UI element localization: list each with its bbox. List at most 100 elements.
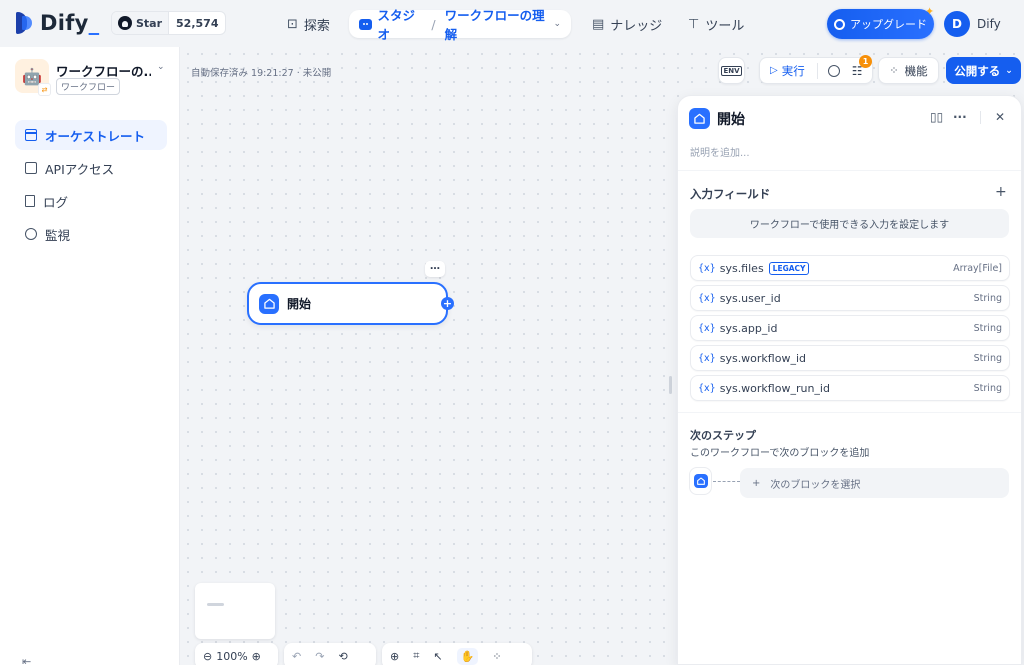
home-icon <box>689 108 710 129</box>
variable-name: sys.workflow_run_id <box>719 381 830 395</box>
features-button[interactable]: ⁘ 機能 <box>878 57 939 84</box>
minimap-node <box>207 603 224 606</box>
app-menu-chevron-icon[interactable]: ⌄ <box>157 62 165 72</box>
pointer-mode-icon[interactable]: ↖ <box>433 650 442 663</box>
organize-blocks-icon[interactable]: ⁘ <box>492 650 501 663</box>
variable-icon: {x} <box>698 382 716 394</box>
avatar: D <box>944 11 970 37</box>
nav-explore-label: 探索 <box>303 18 330 34</box>
upgrade-icon <box>834 18 845 30</box>
variable-row[interactable]: {x} sys.user_id String <box>690 285 1010 311</box>
github-star-label: Star <box>136 16 163 30</box>
nav-tools[interactable]: ⊤ ツール <box>688 11 744 37</box>
variable-name: sys.app_id <box>719 321 778 335</box>
user-menu[interactable]: D Dify <box>944 9 1016 39</box>
home-icon <box>259 293 279 314</box>
nav-studio[interactable]: スタジオ / ワークフローの理解 ⌄ <box>349 8 571 42</box>
breadcrumb-separator: / <box>431 16 436 32</box>
undo-icon[interactable]: ↶ <box>292 650 301 663</box>
sidebar-item-label: APIアクセス <box>45 161 115 177</box>
chevron-down-icon: ⌄ <box>1005 65 1013 76</box>
sidebar-item-monitoring[interactable]: 監視 <box>15 219 167 249</box>
nav-knowledge-label: ナレッジ <box>610 18 663 34</box>
minimap[interactable] <box>195 583 275 639</box>
env-button[interactable]: ENV <box>718 57 745 84</box>
logo-mark-icon <box>16 12 36 34</box>
dify-logo[interactable]: Dify_ <box>16 10 99 36</box>
zoom-out-icon[interactable]: ⊖ <box>203 650 212 663</box>
collapse-sidebar-icon[interactable]: ⇤ <box>22 655 31 665</box>
add-next-node-plus-icon[interactable]: + <box>441 297 454 310</box>
github-star-button[interactable]: Star 52,574 <box>111 11 227 35</box>
hammer-icon: ⊤ <box>688 16 700 32</box>
nav-explore[interactable]: ⊡ 探索 <box>287 11 330 37</box>
workflow-badge-icon: ⇄ <box>38 83 51 96</box>
select-next-block-button[interactable]: + 次のブロックを選択 <box>740 468 1009 498</box>
panel-resize-handle[interactable] <box>669 376 672 394</box>
history-controls: ↶ ↷ ⟲ <box>284 643 376 665</box>
connector-line <box>713 481 740 482</box>
variable-name: sys.workflow_id <box>719 351 806 365</box>
current-node-mini <box>689 467 712 495</box>
logo-underscore: _ <box>88 11 100 35</box>
node-more-button[interactable]: … <box>425 261 445 277</box>
publish-button[interactable]: 公開する ⌄ <box>946 57 1021 84</box>
variable-type: Array[File] <box>953 262 1002 274</box>
variable-icon: {x} <box>698 292 716 304</box>
version-history-icon[interactable]: ⟲ <box>338 650 347 663</box>
user-name: Dify <box>977 17 1001 31</box>
sidebar-item-label: オーケストレート <box>45 128 146 144</box>
nav-tools-label: ツール <box>705 18 745 34</box>
next-step-subtitle: このワークフローで次のブロックを追加 <box>690 448 870 459</box>
canvas-tools: ⊕ ⌗ ↖ ✋ ⁘ <box>382 643 532 665</box>
robot-icon <box>359 18 372 30</box>
run-history-icon[interactable] <box>827 64 840 77</box>
autosave-status: 自動保存済み 19:21:27 · 未公開 <box>191 68 332 79</box>
add-block-icon[interactable]: ⊕ <box>390 650 399 663</box>
book-open-icon[interactable]: ▯▯ <box>930 110 943 124</box>
play-icon[interactable]: ▷ <box>770 65 778 76</box>
nav-knowledge[interactable]: ▤ ナレッジ <box>592 11 662 37</box>
run-button[interactable]: 実行 <box>782 63 805 79</box>
variable-type: String <box>973 292 1002 304</box>
features-label: 機能 <box>904 63 928 78</box>
sidebar-item-api-access[interactable]: APIアクセス <box>15 153 167 183</box>
sparkle-icon: ✦ <box>925 5 935 18</box>
logo-text: Dify <box>40 11 89 35</box>
variable-row[interactable]: {x} sys.workflow_run_id String <box>690 375 1010 401</box>
nav-studio-label[interactable]: スタジオ <box>378 5 423 43</box>
chevron-down-icon[interactable]: ⌄ <box>553 19 561 29</box>
add-note-icon[interactable]: ⌗ <box>413 649 419 663</box>
current-app-label[interactable]: ワークフローの理解 <box>445 5 546 43</box>
add-input-field-plus-icon[interactable]: + <box>995 184 1007 200</box>
publish-label: 公開する <box>954 63 1001 78</box>
sidebar-item-logs[interactable]: ログ <box>15 186 167 216</box>
hand-mode-icon[interactable]: ✋ <box>456 647 479 665</box>
variable-name: sys.user_id <box>719 291 781 305</box>
zoom-in-icon[interactable]: ⊕ <box>252 650 261 663</box>
panel-header-divider <box>980 111 981 124</box>
variable-type: String <box>973 382 1002 394</box>
close-icon[interactable]: ✕ <box>995 110 1005 124</box>
app-type-tag: ワークフロー <box>56 78 121 95</box>
monitor-icon <box>25 228 37 240</box>
variable-icon: {x} <box>698 352 716 364</box>
select-next-block-label: 次のブロックを選択 <box>770 479 861 491</box>
variable-row[interactable]: {x} sys.app_id String <box>690 315 1010 341</box>
toolbar-divider <box>816 62 818 79</box>
variable-type: String <box>973 352 1002 364</box>
more-icon[interactable]: ··· <box>953 110 967 124</box>
orchestrate-icon <box>25 129 37 141</box>
sidebar-item-label: ログ <box>43 194 69 210</box>
variable-row[interactable]: {x} sys.workflow_id String <box>690 345 1010 371</box>
start-node[interactable]: 開始 <box>247 282 448 325</box>
variable-row[interactable]: {x} sys.files LEGACY Array[File] <box>690 255 1010 281</box>
start-node-title: 開始 <box>287 297 312 311</box>
zoom-controls: ⊖ 100% ⊕ <box>195 643 278 665</box>
description-input[interactable]: 説明を追加... <box>690 144 750 159</box>
panel-title[interactable]: 開始 <box>717 109 745 129</box>
redo-icon[interactable]: ↷ <box>315 650 324 663</box>
sidebar-item-orchestrate[interactable]: オーケストレート <box>15 120 167 150</box>
zoom-level[interactable]: 100% <box>216 650 247 663</box>
upgrade-button[interactable]: アップグレード <box>827 9 934 39</box>
